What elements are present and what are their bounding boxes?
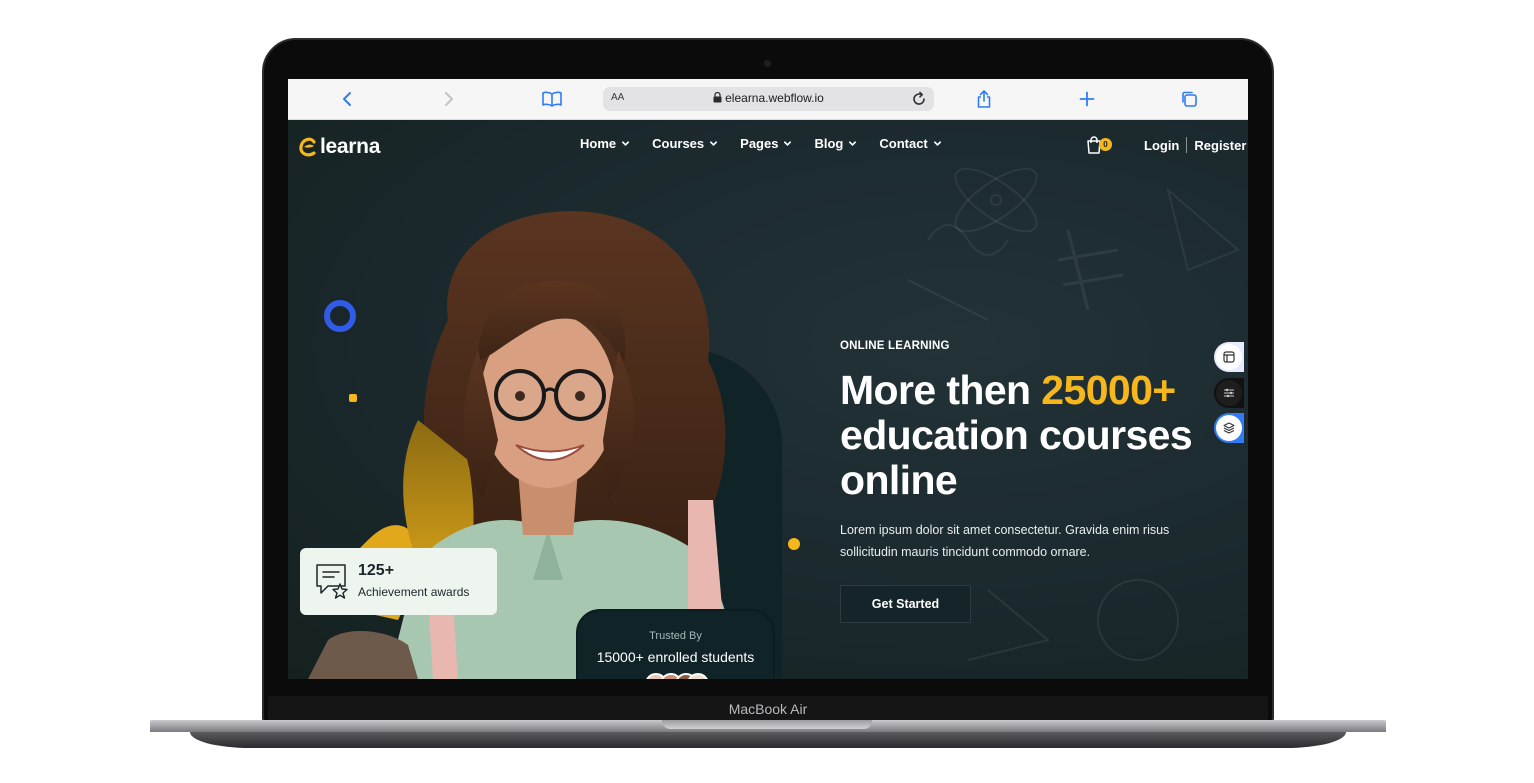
nav-label: Home bbox=[580, 136, 617, 151]
site-logo[interactable]: learna bbox=[299, 134, 380, 160]
register-link[interactable]: Register bbox=[1194, 138, 1246, 153]
get-started-button[interactable]: Get Started bbox=[840, 585, 971, 623]
side-tool-layout[interactable] bbox=[1214, 342, 1244, 372]
chevron-down-icon bbox=[784, 141, 792, 146]
logo-text: learna bbox=[320, 135, 381, 158]
auth-links: Login Register bbox=[1144, 137, 1246, 153]
device-brand-label: MacBook Air bbox=[728, 701, 808, 717]
sliders-icon bbox=[1216, 380, 1242, 406]
laptop-base-bottom bbox=[190, 732, 1346, 748]
nav-home[interactable]: Home bbox=[580, 136, 630, 151]
camera-icon bbox=[764, 60, 771, 67]
main-nav: Home Courses Pages Blog Contact bbox=[580, 136, 964, 151]
divider bbox=[1186, 137, 1188, 153]
reload-icon[interactable] bbox=[910, 90, 928, 108]
bookmarks-icon[interactable] bbox=[540, 87, 564, 111]
hero-eyebrow: ONLINE LEARNING bbox=[840, 340, 950, 352]
device-mockup: AA elearna.webflow.io learna Home Course… bbox=[0, 0, 1534, 783]
enrolled-students-label: 15000+ enrolled students bbox=[596, 649, 755, 665]
login-link[interactable]: Login bbox=[1144, 138, 1179, 153]
share-icon[interactable] bbox=[972, 87, 996, 111]
nav-label: Courses bbox=[652, 136, 705, 151]
award-number: 125+ bbox=[358, 562, 395, 579]
layout-icon bbox=[1216, 344, 1242, 370]
cart-button[interactable]: 0 bbox=[1086, 136, 1112, 156]
headline-part1: More then bbox=[840, 367, 1042, 413]
url-text: elearna.webflow.io bbox=[725, 91, 824, 105]
award-label: Achievement awards bbox=[358, 585, 470, 599]
nav-blog[interactable]: Blog bbox=[814, 136, 857, 151]
tabs-icon[interactable] bbox=[1177, 87, 1201, 111]
hero-description: Lorem ipsum dolor sit amet consectetur. … bbox=[840, 523, 1170, 559]
student-avatars bbox=[646, 673, 708, 679]
back-icon[interactable] bbox=[335, 87, 359, 111]
nav-contact[interactable]: Contact bbox=[879, 136, 941, 151]
layers-icon bbox=[1216, 415, 1242, 441]
chevron-down-icon bbox=[710, 141, 718, 146]
new-tab-icon[interactable] bbox=[1075, 87, 1099, 111]
headline-accent: 25000+ bbox=[1041, 367, 1176, 413]
browser-toolbar: AA elearna.webflow.io bbox=[288, 79, 1248, 120]
chevron-down-icon bbox=[622, 141, 630, 146]
trusted-by-card: Trusted By 15000+ enrolled students bbox=[576, 609, 775, 679]
side-tool-layers[interactable] bbox=[1214, 413, 1244, 443]
url-display[interactable]: elearna.webflow.io bbox=[603, 91, 934, 105]
chevron-down-icon bbox=[849, 141, 857, 146]
trusted-by-label: Trusted By bbox=[649, 630, 702, 642]
achievement-card: 125+ Achievement awards bbox=[300, 548, 497, 615]
logo-e-icon bbox=[299, 137, 316, 157]
side-tool-settings[interactable] bbox=[1214, 378, 1244, 408]
laptop-lid-notch bbox=[662, 720, 872, 729]
laptop-screen: AA elearna.webflow.io learna Home Course… bbox=[288, 79, 1248, 679]
cart-count-badge: 0 bbox=[1099, 138, 1112, 151]
nav-courses[interactable]: Courses bbox=[652, 136, 718, 151]
hero-headline: More then 25000+ education courses online bbox=[840, 368, 1240, 503]
certificate-star-icon bbox=[316, 564, 348, 599]
lock-icon bbox=[713, 91, 722, 103]
nav-label: Contact bbox=[879, 136, 928, 151]
nav-label: Pages bbox=[740, 136, 779, 151]
nav-pages[interactable]: Pages bbox=[740, 136, 792, 151]
website-hero: learna Home Courses Pages Blog Contact 0… bbox=[288, 120, 1248, 679]
nav-label: Blog bbox=[814, 136, 844, 151]
yellow-circle-decoration bbox=[788, 538, 800, 550]
chevron-down-icon bbox=[933, 141, 941, 146]
headline-part2: education courses online bbox=[840, 412, 1193, 503]
address-bar[interactable]: AA elearna.webflow.io bbox=[603, 87, 934, 111]
forward-icon[interactable] bbox=[437, 87, 461, 111]
